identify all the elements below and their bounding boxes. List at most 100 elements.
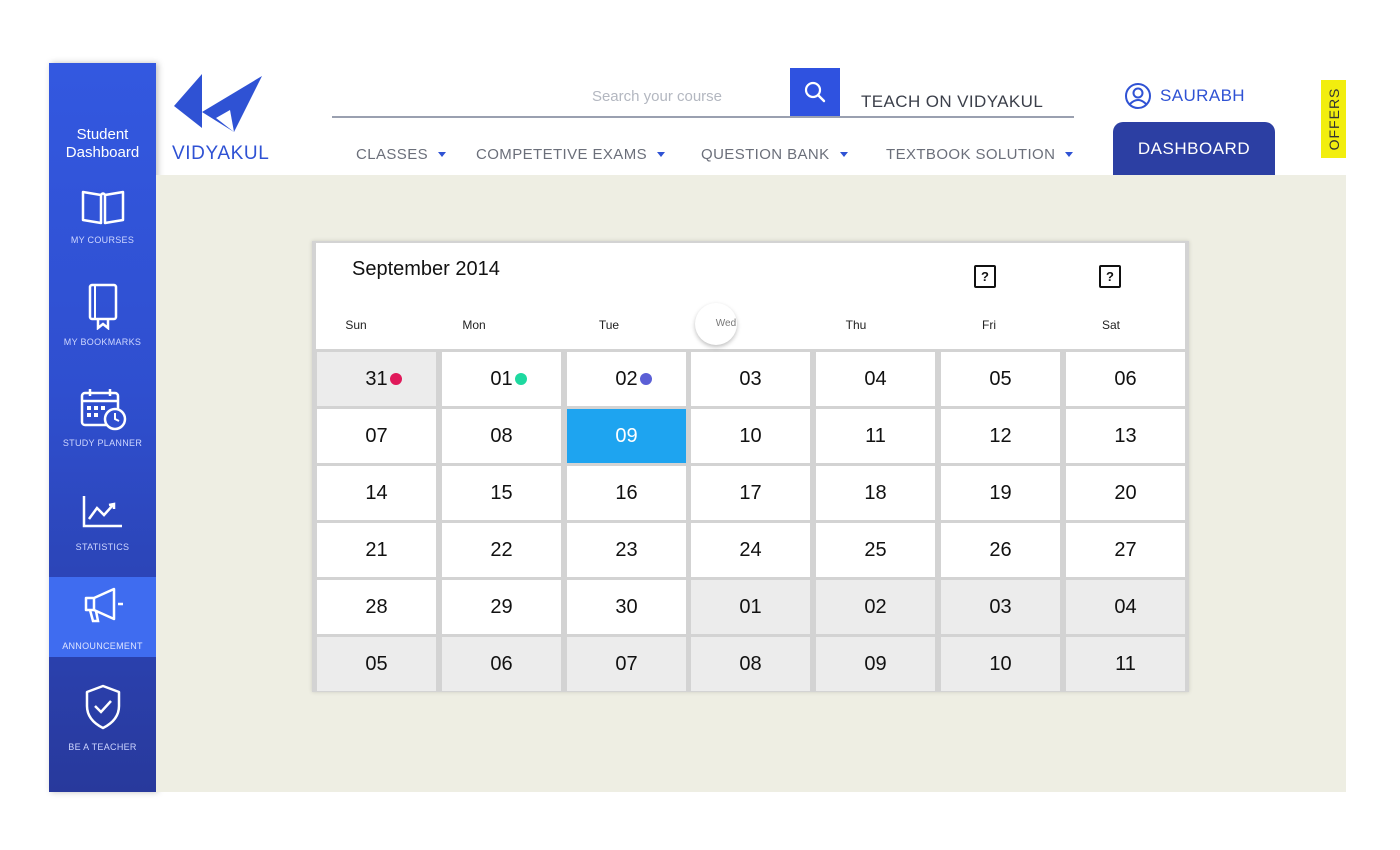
day-number: 09	[615, 424, 638, 447]
search-underline	[332, 116, 1074, 118]
month-title: September 2014	[352, 258, 500, 280]
calendar-day[interactable]: 03	[691, 352, 810, 406]
calendar-day[interactable]: 20	[1066, 466, 1185, 520]
nav-textbook-solution[interactable]: TEXTBOOK SOLUTION	[886, 146, 1074, 163]
day-number: 22	[490, 538, 513, 561]
sidebar-item-my-courses[interactable]: MY COURSES	[49, 183, 156, 263]
user-menu[interactable]: SAURABH	[1124, 82, 1245, 110]
book-icon	[81, 190, 124, 225]
calendar-day[interactable]: 08	[691, 637, 810, 691]
calendar-day[interactable]: 10	[941, 637, 1060, 691]
search-input[interactable]	[520, 82, 794, 110]
nav-competetive-exams[interactable]: COMPETETIVE EXAMS	[476, 146, 665, 163]
search-button[interactable]	[790, 68, 840, 116]
calendar-day[interactable]: 11	[1066, 637, 1185, 691]
megaphone-icon	[84, 587, 123, 623]
day-number: 03	[989, 595, 1012, 618]
event-dot	[390, 373, 402, 385]
calendar-day[interactable]: 28	[317, 580, 436, 634]
calendar-day[interactable]: 22	[442, 523, 561, 577]
calendar-day[interactable]: 31	[317, 352, 436, 406]
calendar-day[interactable]: 14	[317, 466, 436, 520]
calendar-day[interactable]: 04	[1066, 580, 1185, 634]
sidebar-item-be-a-teacher[interactable]: BE A TEACHER	[49, 683, 156, 763]
calendar-day[interactable]: 02	[816, 580, 935, 634]
day-number: 04	[1114, 595, 1137, 618]
sidebar-item-announcement[interactable]: ANNOUNCEMENT	[49, 577, 156, 657]
nav-question-bank[interactable]: QUESTION BANK	[701, 146, 848, 163]
help-icon[interactable]: ?	[974, 265, 996, 288]
day-number: 05	[989, 367, 1012, 390]
dashboard-tab[interactable]: DASHBOARD	[1113, 122, 1275, 175]
day-number: 28	[365, 595, 388, 618]
sidebar-item-study-planner[interactable]: STUDY PLANNER	[49, 386, 156, 466]
nav-classes[interactable]: CLASSES	[356, 146, 446, 163]
calendar-day[interactable]: 24	[691, 523, 810, 577]
calendar-day[interactable]: 16	[567, 466, 686, 520]
day-number: 06	[490, 652, 513, 675]
sidebar-item-statistics[interactable]: STATISTICS	[49, 488, 156, 568]
calendar-day[interactable]: 29	[442, 580, 561, 634]
calendar-day[interactable]: 07	[317, 409, 436, 463]
calendar-day[interactable]: 01	[442, 352, 561, 406]
day-number: 16	[615, 481, 638, 504]
vidyakul-logo[interactable]	[172, 72, 266, 142]
day-number: 24	[739, 538, 762, 561]
sidebar-item-my-bookmarks[interactable]: MY BOOKMARKS	[49, 281, 156, 361]
calendar-day[interactable]: 05	[941, 352, 1060, 406]
day-number: 10	[739, 424, 762, 447]
calendar-day[interactable]: 26	[941, 523, 1060, 577]
offers-tab[interactable]: OFFERS	[1321, 80, 1346, 158]
weekday-label: Sat	[1101, 318, 1120, 332]
calendar-day[interactable]: 18	[816, 466, 935, 520]
day-number: 12	[989, 424, 1012, 447]
bookmark-icon	[88, 283, 117, 330]
day-number: 07	[615, 652, 638, 675]
day-number: 02	[615, 367, 638, 390]
calendar-day[interactable]: 17	[691, 466, 810, 520]
calendar-day[interactable]: 15	[442, 466, 561, 520]
calendar-day[interactable]: 21	[317, 523, 436, 577]
calendar-day[interactable]: 10	[691, 409, 810, 463]
calendar-day[interactable]: 23	[567, 523, 686, 577]
chevron-down-icon	[657, 152, 665, 157]
day-number: 21	[365, 538, 388, 561]
help-icon[interactable]: ?	[1099, 265, 1121, 288]
calendar-day[interactable]: 04	[816, 352, 935, 406]
calendar-day[interactable]: 13	[1066, 409, 1185, 463]
day-number: 14	[365, 481, 388, 504]
chevron-down-icon	[839, 152, 848, 157]
calendar-day[interactable]: 09	[816, 637, 935, 691]
teach-on-vidyakul-link[interactable]: TEACH ON VIDYAKUL	[861, 92, 1043, 112]
calendar-day[interactable]: 06	[1066, 352, 1185, 406]
calendar-day[interactable]: 11	[816, 409, 935, 463]
event-dot	[515, 373, 527, 385]
day-number: 02	[864, 595, 887, 618]
calendar-day[interactable]: 27	[1066, 523, 1185, 577]
calendar-day[interactable]: 01	[691, 580, 810, 634]
calendar-day[interactable]: 06	[442, 637, 561, 691]
day-number: 11	[1115, 652, 1136, 675]
calendar-day[interactable]: 30	[567, 580, 686, 634]
calendar-day[interactable]: 07	[567, 637, 686, 691]
sidebar-title: Student Dashboard	[65, 126, 140, 161]
calendar-day[interactable]: 08	[442, 409, 561, 463]
calendar-day[interactable]: 25	[816, 523, 935, 577]
calendar-day[interactable]: 09	[567, 409, 686, 463]
weekday-label: Mon	[462, 318, 486, 332]
calendar-day[interactable]: 19	[941, 466, 1060, 520]
day-number: 18	[864, 481, 887, 504]
search-icon	[804, 81, 826, 103]
calendar-day[interactable]: 03	[941, 580, 1060, 634]
calendar-day[interactable]: 12	[941, 409, 1060, 463]
user-icon	[1125, 83, 1151, 109]
day-number: 03	[739, 367, 762, 390]
day-number: 07	[365, 424, 388, 447]
day-number: 08	[490, 424, 513, 447]
calendar-day[interactable]: 02	[567, 352, 686, 406]
day-number: 04	[864, 367, 887, 390]
day-number: 31	[365, 367, 388, 390]
calendar-day[interactable]: 05	[317, 637, 436, 691]
day-number: 23	[615, 538, 638, 561]
day-number: 26	[989, 538, 1012, 561]
